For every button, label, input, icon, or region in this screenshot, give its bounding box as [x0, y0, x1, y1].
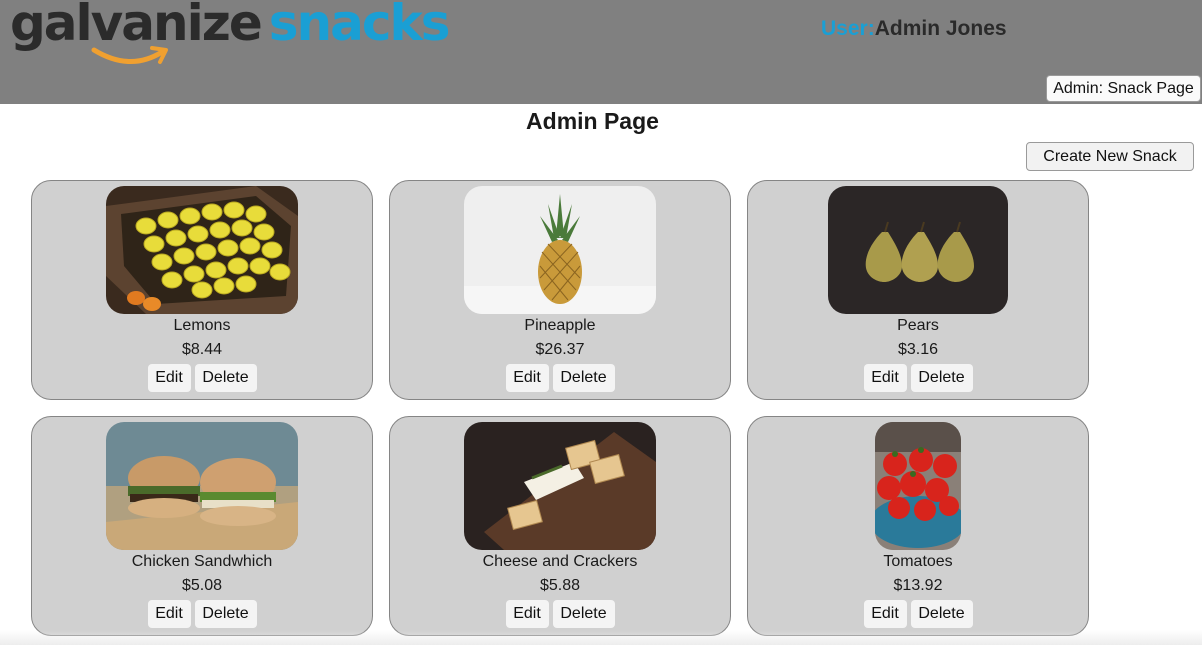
snack-price: $13.92	[893, 577, 943, 594]
snack-image-pears	[828, 186, 1008, 314]
snack-card: Chicken Sandwhich $5.08 Edit Delete	[31, 416, 373, 636]
snack-price: $8.44	[181, 341, 223, 358]
snack-price: $26.37	[535, 341, 585, 358]
admin-snack-page-button[interactable]: Admin: Snack Page	[1046, 75, 1201, 102]
user-name: Admin Jones	[874, 17, 1007, 40]
delete-button[interactable]: Delete	[194, 600, 257, 628]
snack-price: $5.88	[539, 577, 581, 594]
snack-name: Pears	[897, 317, 939, 334]
delete-button[interactable]: Delete	[194, 364, 257, 392]
snack-card: Tomatoes $13.92 Edit Delete	[747, 416, 1089, 636]
snack-price: $3.16	[897, 341, 939, 358]
snack-image-pineapple	[464, 186, 656, 314]
snack-image-tomatoes	[875, 422, 961, 550]
snack-image-lemons	[106, 186, 298, 314]
edit-button[interactable]: Edit	[505, 600, 549, 628]
create-new-snack-button[interactable]: Create New Snack	[1026, 142, 1194, 171]
snack-card: Lemons $8.44 Edit Delete	[31, 180, 373, 400]
snack-name: Pineapple	[524, 317, 596, 334]
snack-card: Pears $3.16 Edit Delete	[747, 180, 1089, 400]
user-info: User:Admin Jones	[821, 17, 1007, 41]
smile-arrow-icon	[91, 46, 168, 64]
edit-button[interactable]: Edit	[863, 364, 907, 392]
header: galvanize snacks User:Admin Jones Admin: …	[0, 0, 1202, 104]
delete-button[interactable]: Delete	[552, 600, 615, 628]
bottom-fade	[0, 630, 1202, 645]
logo-word-snacks: snacks	[268, 0, 451, 52]
snack-image-cheese-and-crackers	[464, 422, 656, 550]
edit-button[interactable]: Edit	[147, 600, 191, 628]
snack-image-chicken-sandwhich	[106, 422, 298, 550]
delete-button[interactable]: Delete	[552, 364, 615, 392]
snack-name: Cheese and Crackers	[482, 553, 638, 570]
edit-button[interactable]: Edit	[863, 600, 907, 628]
snack-name: Lemons	[173, 317, 231, 334]
delete-button[interactable]: Delete	[910, 364, 973, 392]
snack-card: Cheese and Crackers $5.88 Edit Delete	[389, 416, 731, 636]
edit-button[interactable]: Edit	[147, 364, 191, 392]
snack-card: Pineapple $26.37 Edit Delete	[389, 180, 731, 400]
snack-name: Tomatoes	[883, 553, 953, 570]
snack-name: Chicken Sandwhich	[131, 553, 273, 570]
logo[interactable]: galvanize snacks	[10, 0, 450, 76]
delete-button[interactable]: Delete	[910, 600, 973, 628]
user-label: User:	[821, 17, 875, 40]
snack-price: $5.08	[181, 577, 223, 594]
page-title: Admin Page	[526, 108, 659, 134]
edit-button[interactable]: Edit	[505, 364, 549, 392]
